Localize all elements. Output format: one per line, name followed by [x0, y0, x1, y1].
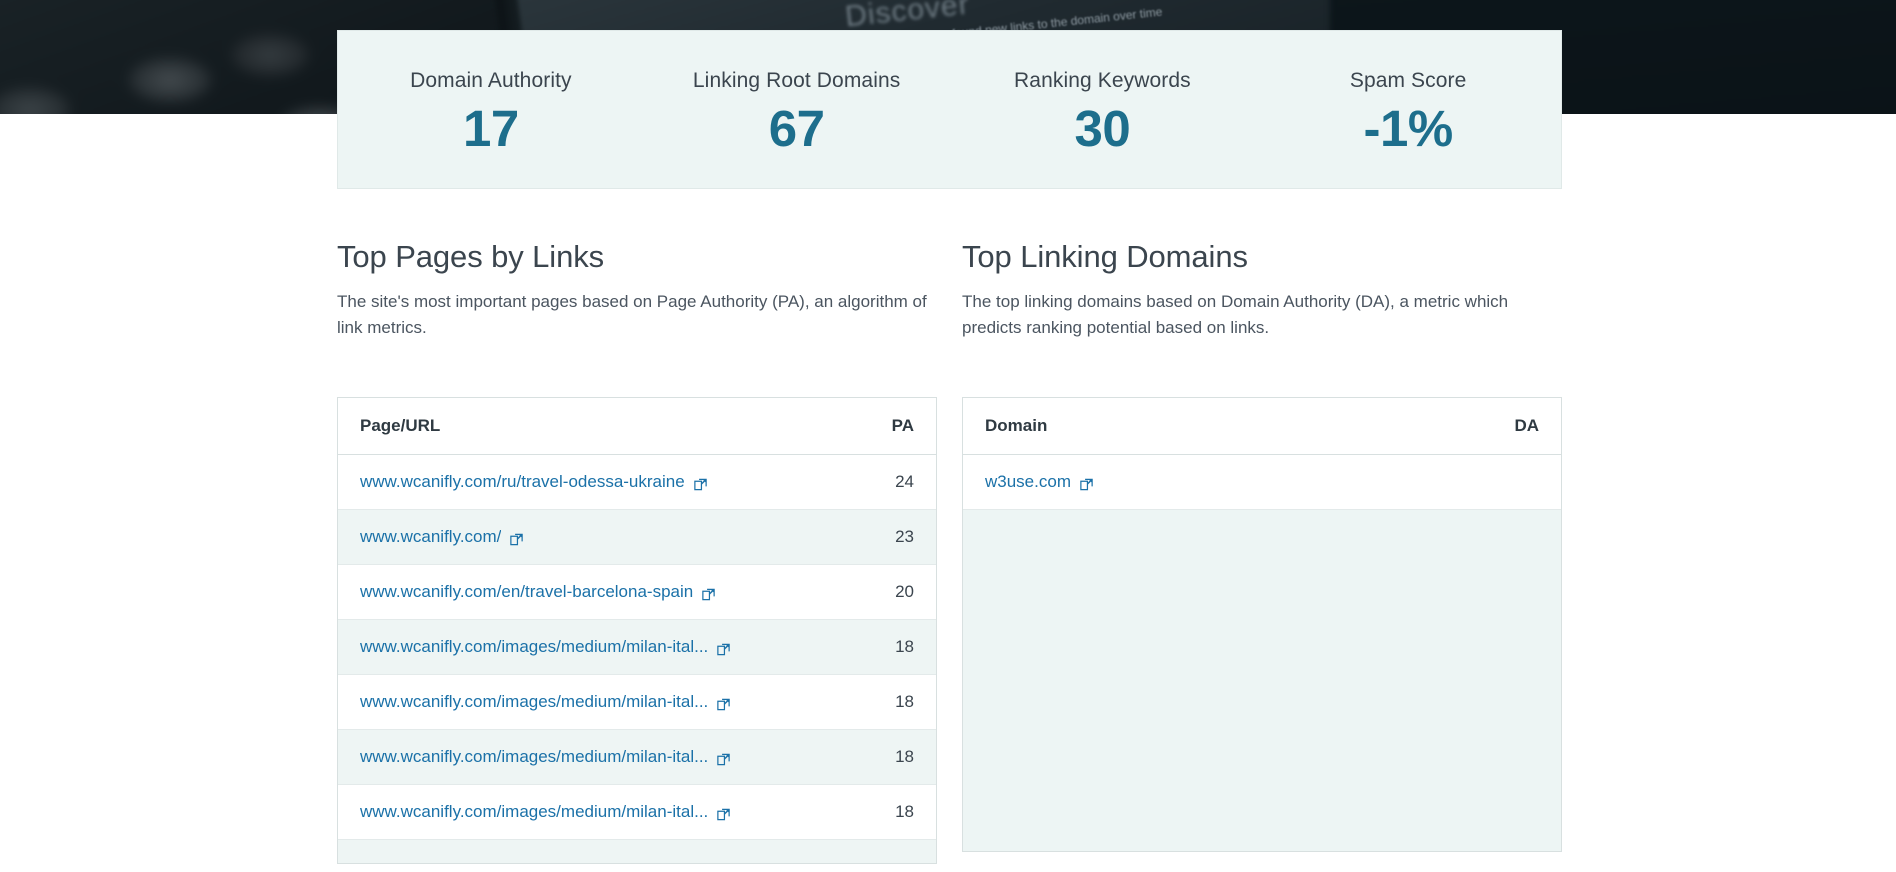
pa-value: 18: [895, 637, 914, 656]
pa-value: 18: [895, 802, 914, 821]
table-row[interactable]: www.wcanifly.com/images/medium/milan-ita…: [338, 620, 936, 675]
page-url-link[interactable]: www.wcanifly.com/images/medium/milan-ita…: [360, 802, 708, 822]
metric-value: -1%: [1363, 100, 1454, 158]
page-url-link[interactable]: www.wcanifly.com/images/medium/milan-ita…: [360, 637, 708, 657]
table-row[interactable]: www.wcanifly.com/ 23: [338, 510, 936, 565]
table-row[interactable]: www.wcanifly.com/images/medium/milan-ita…: [338, 785, 936, 840]
page-url-link[interactable]: www.wcanifly.com/images/medium/milan-ita…: [360, 747, 708, 767]
metric-label: Linking Root Domains: [692, 69, 901, 92]
table-row[interactable]: www.wcanifly.com/images/medium/milan-ita…: [338, 675, 936, 730]
page-url-link[interactable]: www.wcanifly.com/en/travel-barcelona-spa…: [360, 582, 693, 602]
page-root: Discover Track when we found new links t…: [0, 0, 1896, 872]
page-url-link[interactable]: www.wcanifly.com/: [360, 527, 501, 547]
column-header-domain: Domain: [985, 416, 1048, 435]
top-pages-section: Top Pages by Links The site's most impor…: [337, 238, 937, 864]
page-url-link[interactable]: www.wcanifly.com/images/medium/milan-ita…: [360, 692, 708, 712]
top-pages-description: The site's most important pages based on…: [337, 292, 927, 338]
pa-value: 24: [895, 472, 914, 491]
table-row[interactable]: www.wcanifly.com/images/medium/milan-ita…: [338, 730, 936, 785]
metric-linking-root-domains: Linking Root Domains 67: [644, 69, 950, 156]
table-row-partial: [338, 840, 936, 863]
column-header-da: DA: [1514, 416, 1539, 435]
top-linking-domains-empty-area: [963, 510, 1561, 851]
metric-value: 17: [463, 100, 519, 158]
external-link-icon[interactable]: [716, 807, 731, 822]
external-link-icon[interactable]: [716, 752, 731, 767]
page-url-link[interactable]: www.wcanifly.com/ru/travel-odessa-ukrain…: [360, 472, 685, 492]
metrics-summary-card: Domain Authority 17 Linking Root Domains…: [337, 30, 1562, 189]
external-link-icon[interactable]: [716, 642, 731, 657]
pa-value: 20: [895, 582, 914, 601]
top-linking-domains-section: Top Linking Domains The top linking doma…: [962, 238, 1562, 852]
table-header-row: Page/URL PA: [338, 398, 936, 455]
external-link-icon[interactable]: [693, 477, 708, 492]
top-linking-domains-table: Domain DA w3use.com: [962, 397, 1562, 852]
external-link-icon[interactable]: [1079, 477, 1094, 492]
table-row[interactable]: www.wcanifly.com/ru/travel-odessa-ukrain…: [338, 455, 936, 510]
metric-value: 67: [768, 100, 825, 158]
pa-value: 18: [895, 747, 914, 766]
pa-value: 18: [895, 692, 914, 711]
metric-ranking-keywords: Ranking Keywords 30: [950, 69, 1256, 156]
metric-label: Ranking Keywords: [1014, 69, 1191, 92]
table-row[interactable]: www.wcanifly.com/en/travel-barcelona-spa…: [338, 565, 936, 620]
column-header-page-url: Page/URL: [360, 416, 441, 435]
pa-value: 23: [895, 527, 914, 546]
metric-domain-authority: Domain Authority 17: [338, 69, 644, 156]
external-link-icon[interactable]: [509, 532, 524, 547]
top-linking-domains-description: The top linking domains based on Domain …: [962, 292, 1509, 338]
metric-label: Spam Score: [1349, 69, 1467, 92]
external-link-icon[interactable]: [716, 697, 731, 712]
table-header-row: Domain DA: [963, 398, 1561, 455]
top-pages-title: Top Pages by Links: [337, 239, 605, 274]
metric-label: Domain Authority: [410, 69, 572, 92]
external-link-icon[interactable]: [701, 587, 716, 602]
table-row[interactable]: w3use.com: [963, 455, 1561, 510]
top-linking-domains-title: Top Linking Domains: [962, 239, 1248, 274]
domain-link[interactable]: w3use.com: [985, 472, 1071, 492]
metric-spam-score: Spam Score -1%: [1255, 69, 1561, 156]
metric-value: 30: [1074, 100, 1131, 158]
top-pages-table: Page/URL PA www.wcanifly.com/ru/travel-o…: [337, 397, 937, 864]
column-header-pa: PA: [891, 416, 914, 435]
